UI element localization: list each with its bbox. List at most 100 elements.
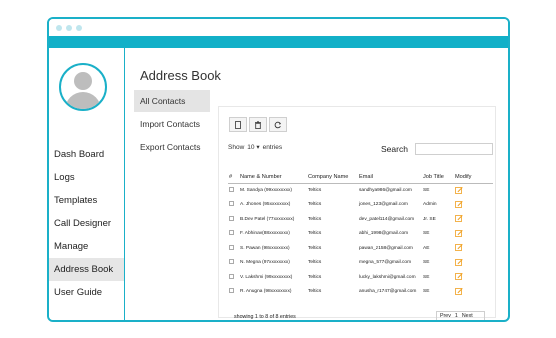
window-dot-1 [56, 25, 62, 31]
row-checkbox[interactable] [229, 201, 234, 207]
table-row[interactable]: N. Megna (97xxxxxxxx) Teltics megna_577@gm… [228, 256, 493, 271]
entries-value: 10 [247, 144, 255, 151]
row-checkbox-cell [228, 227, 239, 242]
edit-button[interactable] [454, 227, 493, 242]
row-checkbox-cell [228, 256, 239, 271]
table-row[interactable]: A. Jhones (95xxxxxxxx) Teltics jones_123@g… [228, 198, 493, 213]
row-checkbox[interactable] [229, 215, 234, 221]
refresh-icon [274, 121, 281, 128]
window-dot-3 [76, 25, 82, 31]
row-checkbox-cell [228, 198, 239, 213]
page-title: Address Book [140, 68, 221, 83]
cell-company: Teltics [308, 245, 322, 251]
new-document-icon [235, 120, 241, 129]
sidebar-item-user-guide[interactable]: User Guide [49, 281, 124, 304]
edit-icon [455, 200, 463, 208]
sidebar-item-dashboard[interactable]: Dash Board [49, 143, 124, 166]
row-checkbox[interactable] [229, 230, 234, 236]
sidebar-nav: Dash Board Logs Templates Call Designer … [49, 143, 124, 304]
trash-icon [255, 120, 261, 129]
new-contact-button[interactable] [229, 117, 247, 132]
main-content: Address Book All Contacts Import Contact… [126, 48, 508, 320]
column-header-email[interactable]: Email [358, 171, 422, 184]
edit-button[interactable] [454, 285, 493, 300]
delete-button[interactable] [249, 117, 267, 132]
edit-button[interactable] [454, 256, 493, 271]
row-checkbox-cell [228, 183, 239, 198]
user-icon-head [74, 72, 92, 90]
cell-email: dev_patel114@gmail.com [359, 216, 415, 222]
cell-name: M. Sandya (99xxxxxxxx) [240, 188, 292, 193]
cell-email: pawan_z158@gmail.com [359, 245, 413, 251]
cell-name: B.Dev Patel (77xxxxxxxx) [240, 216, 295, 222]
column-header-company[interactable]: Company Name [307, 171, 358, 184]
table-header-row: # Name & Number Company Name Email Job T… [228, 171, 493, 184]
prev-page-button[interactable]: Prev [440, 313, 451, 319]
search-input[interactable] [415, 143, 493, 155]
entries-select[interactable]: 10 ▾ [247, 143, 259, 151]
cell-company: Teltics [308, 260, 322, 266]
sidebar-item-manage[interactable]: Manage [49, 235, 124, 258]
sidebar-item-address-book[interactable]: Address Book [49, 258, 124, 281]
cell-name: R. Anugna (98xxxxxxxx) [240, 289, 292, 295]
current-page[interactable]: 1 [455, 313, 458, 319]
row-checkbox[interactable] [229, 273, 234, 279]
table-row[interactable]: F. Abhinav(88xxxxxxxx) Teltics abhi_1998@g… [228, 227, 493, 242]
table-row[interactable]: R. Anugna (98xxxxxxxx) Teltics anusha_r174… [228, 285, 493, 300]
edit-icon [455, 244, 463, 252]
sidebar-item-logs[interactable]: Logs [49, 166, 124, 189]
window-dot-2 [66, 25, 72, 31]
column-header-name[interactable]: Name & Number [239, 171, 307, 184]
sidebar: Dash Board Logs Templates Call Designer … [49, 48, 125, 320]
sidebar-item-templates[interactable]: Templates [49, 189, 124, 212]
edit-icon [455, 273, 463, 281]
row-checkbox[interactable] [229, 259, 234, 265]
row-checkbox[interactable] [229, 244, 234, 250]
show-label: Show [228, 143, 245, 151]
row-checkbox-cell [228, 285, 239, 300]
cell-company: Teltics [308, 216, 322, 222]
refresh-button[interactable] [269, 117, 287, 132]
edit-button[interactable] [454, 212, 493, 227]
entries-label: entries [262, 143, 283, 151]
edit-icon [455, 215, 463, 223]
row-checkbox[interactable] [229, 187, 234, 192]
sidebar-item-call-designer[interactable]: Call Designer [49, 212, 124, 235]
row-checkbox-cell [228, 212, 239, 227]
column-header-job-title[interactable]: Job Title [422, 171, 454, 184]
contacts-table-body: M. Sandya (99xxxxxxxx) Teltics sandhya986@… [228, 183, 493, 299]
cell-email: jones_123@gmail.com [359, 202, 408, 208]
tab-import-contacts[interactable]: Import Contacts [134, 113, 210, 135]
row-checkbox-cell [228, 241, 239, 256]
table-row[interactable]: M. Sandya (99xxxxxxxx) Teltics sandhya986@… [228, 183, 493, 198]
avatar[interactable] [59, 63, 107, 111]
column-header-index[interactable]: # [228, 171, 239, 184]
cell-company: Teltics [308, 231, 322, 237]
edit-button[interactable] [454, 198, 493, 213]
row-checkbox[interactable] [229, 288, 234, 294]
pagination: Prev 1 Next [436, 311, 485, 320]
cell-job-title: SE [423, 188, 430, 193]
edit-icon [455, 229, 463, 237]
column-header-modify: Modify [454, 171, 493, 184]
cell-job-title: SE [423, 231, 430, 237]
edit-button[interactable] [454, 241, 493, 256]
edit-button[interactable] [454, 183, 493, 198]
cell-name: S. Pawan (98xxxxxxxx) [240, 245, 290, 251]
title-bar [49, 19, 508, 36]
table-info: showing 1 to 8 of 8 entries [234, 314, 296, 320]
table-row[interactable]: S. Pawan (98xxxxxxxx) Teltics pawan_z158@g… [228, 241, 493, 256]
cell-job-title: SE [423, 274, 430, 280]
search-label: Search [381, 144, 408, 154]
edit-icon [455, 287, 463, 295]
header-bar [49, 36, 508, 48]
next-page-button[interactable]: Next [462, 313, 473, 319]
tab-all-contacts[interactable]: All Contacts [134, 90, 210, 112]
cell-company: Teltics [308, 289, 322, 295]
table-row[interactable]: B.Dev Patel (77xxxxxxxx) Teltics dev_patel… [228, 212, 493, 227]
tab-export-contacts[interactable]: Export Contacts [134, 136, 210, 158]
table-row[interactable]: V. Lakshmi (99xxxxxxxx) Teltics lucky_laks… [228, 270, 493, 285]
cell-job-title: Jr. SE [423, 216, 436, 222]
edit-button[interactable] [454, 270, 493, 285]
cell-name: N. Megna (97xxxxxxxx) [240, 260, 290, 266]
